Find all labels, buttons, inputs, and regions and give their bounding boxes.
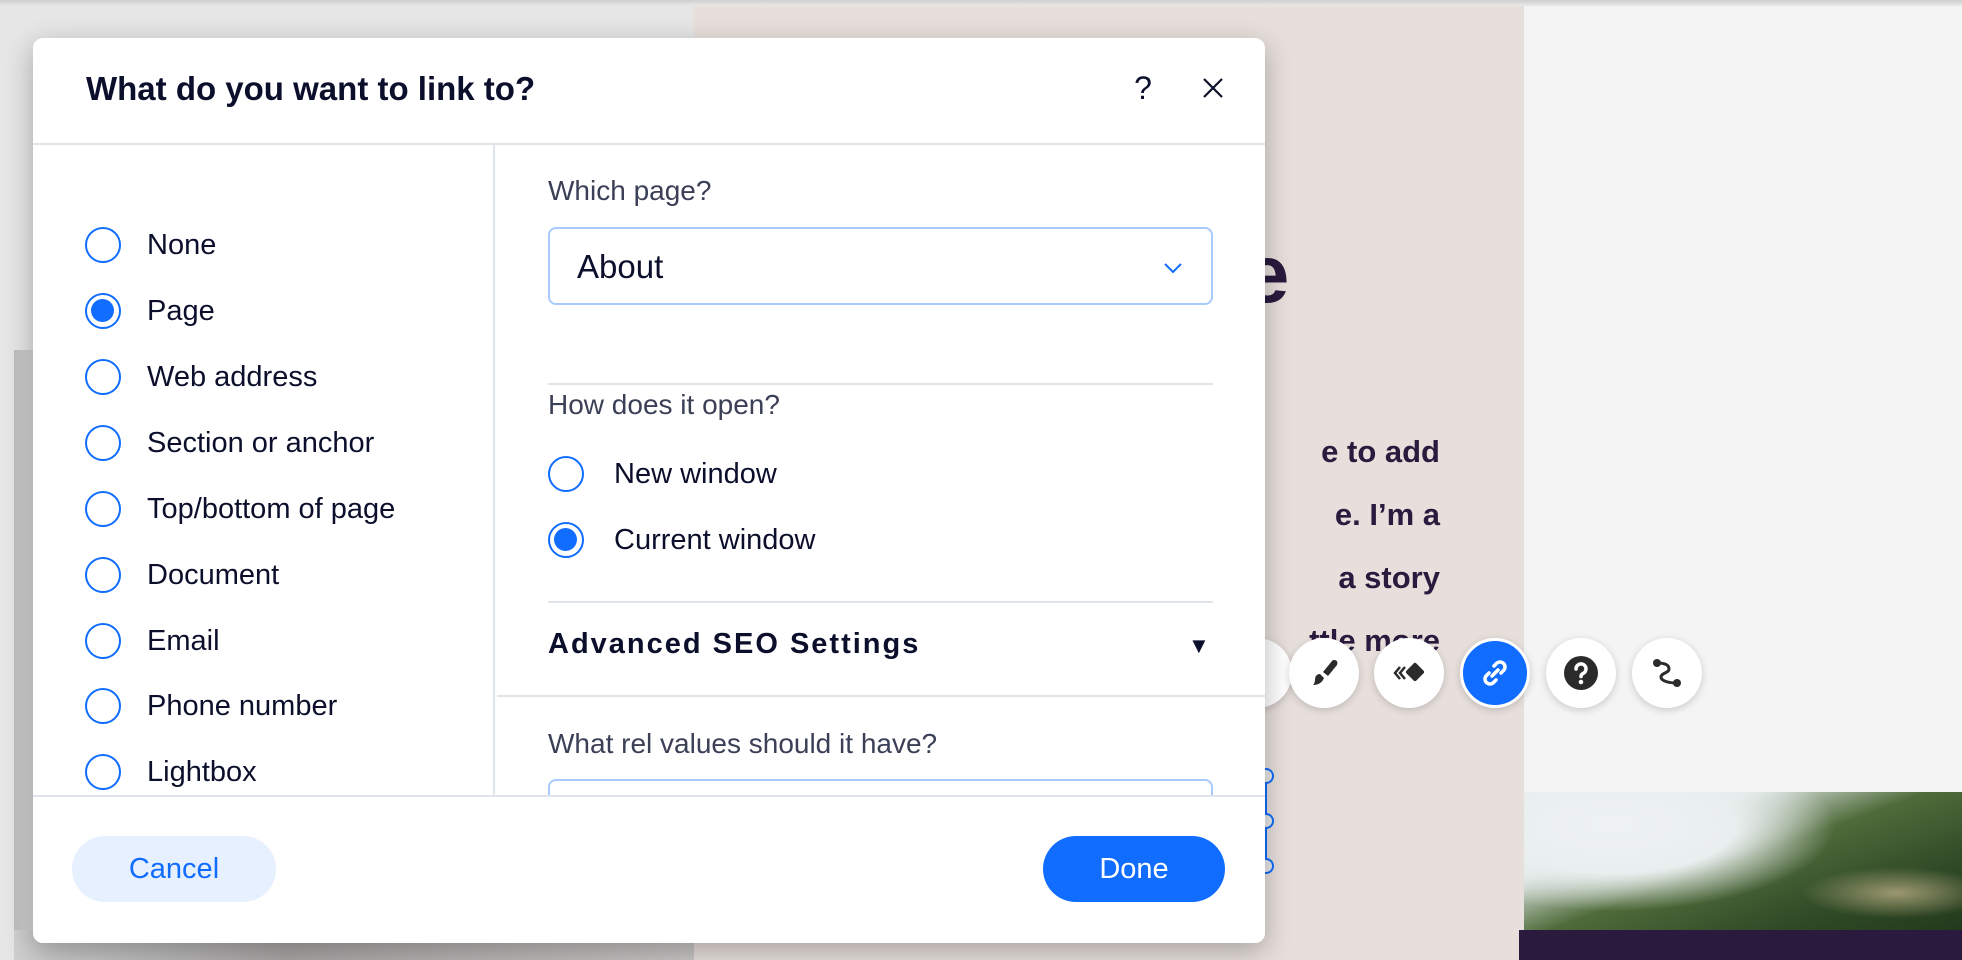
which-page-label: Which page? bbox=[548, 175, 712, 206]
help-icon[interactable]: ? bbox=[1123, 68, 1163, 108]
chevron-down-icon bbox=[1164, 263, 1182, 274]
radio-email[interactable] bbox=[85, 623, 121, 659]
animation-button[interactable] bbox=[1374, 638, 1444, 708]
open-current-window[interactable]: Current window bbox=[548, 520, 815, 560]
how-open-label: How does it open? bbox=[548, 389, 780, 420]
radio-lightbox[interactable] bbox=[85, 754, 121, 790]
link-type-label: Top/bottom of page bbox=[147, 492, 396, 525]
link-type-label: Lightbox bbox=[147, 755, 257, 788]
link-type-label: Phone number bbox=[147, 689, 338, 722]
connect-icon bbox=[1653, 659, 1681, 687]
link-type-label: Web address bbox=[147, 360, 318, 393]
close-icon bbox=[1203, 78, 1223, 98]
link-type-document[interactable]: Document bbox=[85, 555, 279, 595]
link-type-label: Page bbox=[147, 294, 215, 327]
link-settings-pane: Which page? About How does it open? New … bbox=[497, 145, 1265, 839]
link-button[interactable] bbox=[1460, 638, 1530, 708]
link-dialog: What do you want to link to? ? None Page… bbox=[33, 38, 1265, 943]
divider bbox=[497, 695, 1265, 697]
radio-phone[interactable] bbox=[85, 688, 121, 724]
radio-web-address[interactable] bbox=[85, 359, 121, 395]
radio-current-window[interactable] bbox=[548, 522, 584, 558]
open-option-label: Current window bbox=[614, 523, 816, 556]
radio-page[interactable] bbox=[85, 293, 121, 329]
connect-button[interactable] bbox=[1632, 638, 1702, 708]
radio-none[interactable] bbox=[85, 227, 121, 263]
page-select-value: About bbox=[577, 248, 664, 285]
help-icon bbox=[1564, 656, 1598, 690]
caret-down-icon[interactable]: ▼ bbox=[1188, 633, 1210, 659]
dialog-header: What do you want to link to? ? bbox=[33, 38, 1265, 145]
canvas-left-strip bbox=[14, 350, 34, 960]
help-button[interactable] bbox=[1546, 638, 1616, 708]
link-type-email[interactable]: Email bbox=[85, 621, 220, 661]
done-button[interactable]: Done bbox=[1043, 836, 1225, 902]
animation-icon bbox=[1393, 662, 1425, 682]
radio-document[interactable] bbox=[85, 557, 121, 593]
radio-new-window[interactable] bbox=[548, 456, 584, 492]
radio-section-anchor[interactable] bbox=[85, 425, 121, 461]
page-select[interactable]: About bbox=[548, 227, 1213, 305]
divider bbox=[548, 601, 1213, 603]
link-type-phone[interactable]: Phone number bbox=[85, 686, 337, 726]
link-type-page[interactable]: Page bbox=[85, 291, 215, 331]
link-type-label: Section or anchor bbox=[147, 426, 375, 459]
dialog-footer: Cancel Done bbox=[33, 795, 1265, 943]
rel-values-label: What rel values should it have? bbox=[548, 728, 938, 759]
link-type-label: Email bbox=[147, 624, 220, 657]
link-type-web-address[interactable]: Web address bbox=[85, 357, 317, 397]
link-type-top-bottom[interactable]: Top/bottom of page bbox=[85, 489, 395, 529]
link-type-section-anchor[interactable]: Section or anchor bbox=[85, 423, 374, 463]
design-button[interactable] bbox=[1289, 638, 1359, 708]
canvas-photo-bar bbox=[1519, 930, 1962, 960]
link-type-label: Document bbox=[147, 558, 280, 591]
link-type-lightbox[interactable]: Lightbox bbox=[85, 752, 257, 792]
close-button[interactable] bbox=[1193, 68, 1233, 108]
advanced-seo-toggle[interactable]: Advanced SEO Settings bbox=[548, 628, 920, 661]
link-icon bbox=[1483, 660, 1507, 686]
cancel-button[interactable]: Cancel bbox=[72, 836, 276, 902]
open-new-window[interactable]: New window bbox=[548, 454, 777, 494]
divider bbox=[548, 383, 1213, 385]
paintbrush-icon bbox=[1313, 660, 1338, 685]
radio-top-bottom[interactable] bbox=[85, 491, 121, 527]
link-type-list: None Page Web address Section or anchor … bbox=[33, 145, 495, 795]
link-type-label: None bbox=[147, 228, 217, 261]
dialog-body: None Page Web address Section or anchor … bbox=[33, 145, 1265, 839]
link-type-none[interactable]: None bbox=[85, 225, 216, 265]
dialog-title: What do you want to link to? bbox=[86, 70, 536, 107]
open-option-label: New window bbox=[614, 457, 777, 490]
